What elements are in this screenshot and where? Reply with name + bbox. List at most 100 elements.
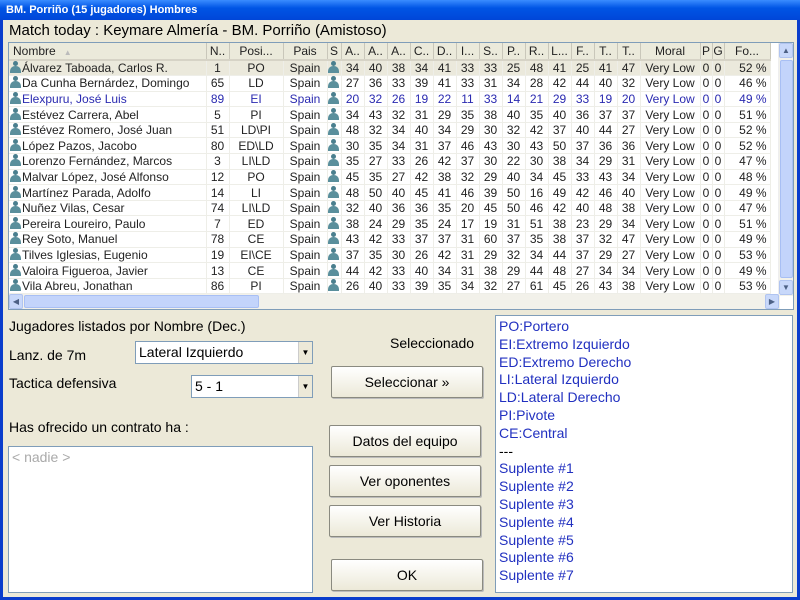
number-cell: 3 <box>206 153 230 170</box>
country-cell: Spain <box>283 169 328 186</box>
position-list-item[interactable]: PI:Pivote <box>499 407 789 425</box>
position-list-item[interactable]: ED:Extremo Derecho <box>499 354 789 372</box>
column-header[interactable]: S.. <box>479 43 503 61</box>
table-row[interactable]: López Pazos, Jacobo 80 ED\LD Spain 30 35 34 31 3… <box>9 137 771 155</box>
table-row[interactable]: Álvarez Taboada, Carlos R. 1 PO Spain 34 40 38… <box>9 60 771 77</box>
stat-cell: 34 <box>617 262 641 279</box>
table-row[interactable]: Lorenzo Fernández, Marcos 3 LI\LD Spain 35 27… <box>9 153 771 170</box>
column-header[interactable]: Nombre ▲ <box>9 43 207 61</box>
column-header[interactable]: I... <box>456 43 480 61</box>
column-header[interactable]: Pais <box>283 43 328 61</box>
stat-cell: 25 <box>571 60 595 77</box>
column-header[interactable]: T.. <box>594 43 618 61</box>
table-row[interactable]: Nuñez Vilas, Cesar 74 LI\LD Spain 32 40 36 36 35… <box>9 200 771 217</box>
table-row[interactable]: Estévez Romero, José Juan 51 LD\PI Spain 48 3… <box>9 122 771 139</box>
position-list-item[interactable]: --- <box>499 443 789 461</box>
column-header[interactable]: S <box>327 43 342 61</box>
sort-status: Jugadores listados por Nombre (Dec.) <box>9 318 246 334</box>
table-row[interactable]: Rey Soto, Manuel 78 CE Spain 43 42 33 37 37 31 60 3… <box>9 231 771 248</box>
stat-cell: 30 <box>479 153 503 170</box>
table-row[interactable]: Da Cunha Bernárdez, Domingo 65 LD Spain 27 36… <box>9 75 771 92</box>
stat-cell: 33 <box>479 91 503 108</box>
scroll-left-button[interactable]: ◀ <box>9 294 23 309</box>
position-list-item[interactable]: Suplente #6 <box>499 549 789 567</box>
player-name: Martínez Parada, Adolfo <box>22 185 151 200</box>
stat-cell: 27 <box>617 247 641 264</box>
column-header[interactable]: R.. <box>525 43 549 61</box>
position-list-item[interactable]: Suplente #7 <box>499 567 789 585</box>
table-row[interactable]: Vila Abreu, Jonathan 86 PI Spain 26 40 33 39 35 3… <box>9 278 771 295</box>
chevron-down-icon[interactable]: ▼ <box>298 342 312 363</box>
column-header[interactable]: A.. <box>387 43 411 61</box>
column-header[interactable]: Fo... <box>724 43 771 61</box>
tactica-select[interactable]: 5 - 1 ▼ <box>191 375 313 398</box>
contract-list[interactable]: < nadie > <box>8 446 313 593</box>
status-cell <box>327 200 342 217</box>
player-icon <box>10 169 21 182</box>
form-cell: 49 % <box>724 91 771 108</box>
scroll-down-button[interactable]: ▼ <box>779 280 793 295</box>
seleccionar-button[interactable]: Seleccionar » <box>331 366 483 398</box>
position-cell: PI <box>229 278 284 295</box>
column-header[interactable]: A.. <box>341 43 365 61</box>
position-list-item[interactable]: PO:Portero <box>499 318 789 336</box>
column-header[interactable]: C.. <box>410 43 434 61</box>
ok-button[interactable]: OK <box>331 559 483 591</box>
position-list-item[interactable]: Suplente #5 <box>499 532 789 550</box>
column-header[interactable]: Posi... <box>229 43 284 61</box>
stat-cell: 44 <box>525 262 549 279</box>
column-header[interactable]: L... <box>548 43 572 61</box>
horizontal-scroll-thumb[interactable] <box>24 295 259 308</box>
position-list-item[interactable]: EI:Extremo Izquierdo <box>499 336 789 354</box>
column-header[interactable]: G <box>712 43 725 61</box>
table-row[interactable]: Martínez Parada, Adolfo 14 LI Spain 48 50 40 45… <box>9 184 771 201</box>
table-row[interactable]: Elexpuru, José Luis 89 EI Spain 20 32 26 19 22 11… <box>9 91 771 108</box>
column-header[interactable]: D.. <box>433 43 457 61</box>
chevron-down-icon[interactable]: ▼ <box>298 376 312 397</box>
position-list-item[interactable]: Suplente #2 <box>499 478 789 496</box>
position-list-item[interactable]: CE:Central <box>499 425 789 443</box>
table-row[interactable]: Pereira Loureiro, Paulo 7 ED Spain 38 24 29 35 2… <box>9 215 771 233</box>
scroll-right-button[interactable]: ▶ <box>765 294 779 309</box>
table-row[interactable]: Malvar López, José Alfonso 12 PO Spain 45 35 2… <box>9 169 771 186</box>
stat-cell: 29 <box>433 106 457 123</box>
g-cell: 0 <box>712 106 725 123</box>
player-icon <box>10 232 21 245</box>
player-status-icon <box>328 123 339 136</box>
status-cell <box>327 75 342 92</box>
player-icon <box>10 201 21 214</box>
datos-equipo-button[interactable]: Datos del equipo <box>329 425 481 457</box>
horizontal-scrollbar[interactable]: ◀ ▶ <box>9 294 780 309</box>
column-header[interactable]: N.. <box>206 43 230 61</box>
number-cell: 65 <box>206 75 230 92</box>
column-header[interactable]: A.. <box>364 43 388 61</box>
stat-cell: 40 <box>387 184 411 201</box>
table-row[interactable]: Estévez Carrera, Abel 5 PI Spain 34 43 32 31 29 3… <box>9 106 771 123</box>
column-header[interactable]: F.. <box>571 43 595 61</box>
table-row[interactable]: Tilves Iglesias, Eugenio 19 EI\CE Spain 37 35… <box>9 247 771 264</box>
ver-historia-button[interactable]: Ver Historia <box>329 505 481 537</box>
column-header[interactable]: Moral <box>640 43 701 61</box>
stat-cell: 20 <box>456 200 480 217</box>
vertical-scroll-thumb[interactable] <box>780 60 793 278</box>
stat-cell: 40 <box>594 75 618 92</box>
position-list-item[interactable]: Suplente #4 <box>499 514 789 532</box>
stat-cell: 32 <box>387 106 411 123</box>
status-cell <box>327 153 342 170</box>
column-header[interactable]: P.. <box>502 43 526 61</box>
column-header[interactable]: P <box>700 43 713 61</box>
position-list-item[interactable]: Suplente #1 <box>499 460 789 478</box>
position-list-item[interactable]: LI:Lateral Izquierdo <box>499 371 789 389</box>
position-list-item[interactable]: Suplente #3 <box>499 496 789 514</box>
position-list[interactable]: PO:Portero EI:Extremo Izquierdo ED:Extremo… <box>495 315 793 593</box>
vertical-scrollbar[interactable]: ▲ ▼ <box>778 43 793 296</box>
moral-cell: Very Low <box>640 247 701 264</box>
lanz-select[interactable]: Lateral Izquierdo ▼ <box>135 341 313 364</box>
table-row[interactable]: Valoira Figueroa, Javier 13 CE Spain 44 42 33 4… <box>9 262 771 279</box>
ver-oponentes-button[interactable]: Ver oponentes <box>329 465 481 497</box>
column-header[interactable]: T.. <box>617 43 641 61</box>
stat-cell: 47 <box>617 60 641 77</box>
scroll-up-button[interactable]: ▲ <box>779 43 793 58</box>
stat-cell: 31 <box>410 106 434 123</box>
position-list-item[interactable]: LD:Lateral Derecho <box>499 389 789 407</box>
